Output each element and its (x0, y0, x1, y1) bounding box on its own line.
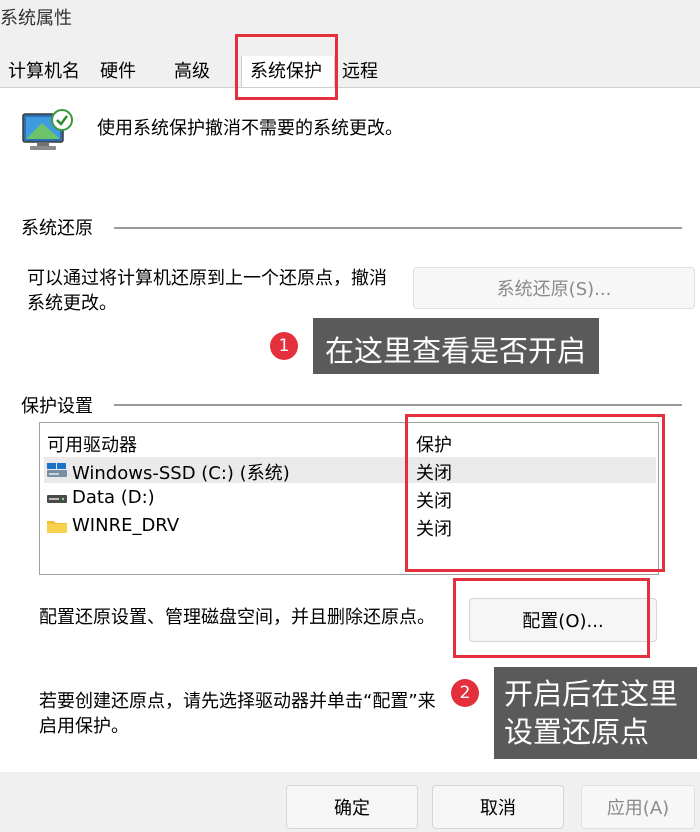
restore-description-2: 系统更改。 (27, 293, 117, 314)
folder-icon (47, 521, 67, 533)
ok-button[interactable]: 确定 (286, 785, 418, 829)
restore-description-1: 可以通过将计算机还原到上一个还原点，撤消 (27, 268, 387, 289)
system-protection-icon (20, 108, 76, 156)
cancel-button[interactable]: 取消 (432, 785, 564, 829)
window-title: 系统属性 (0, 8, 72, 29)
tab-computer-name[interactable]: 计算机名 (0, 56, 88, 88)
tab-hardware[interactable]: 硬件 (92, 56, 144, 88)
drive-icon (47, 495, 67, 503)
highlight-protection-column (405, 414, 665, 572)
annotation-callout-2-line2: 设置还原点 (504, 715, 650, 749)
intro-text: 使用系统保护撤消不需要的系统更改。 (97, 118, 403, 139)
system-drive-icon (47, 463, 67, 477)
drive-name: Windows-SSD (C:) (系统) (72, 463, 290, 484)
restore-heading: 系统还原 (21, 218, 93, 239)
protection-heading: 保护设置 (21, 396, 93, 417)
system-restore-button[interactable]: 系统还原(S)... (413, 267, 695, 309)
highlight-tab (235, 34, 338, 100)
create-text-2: 启用保护。 (39, 716, 129, 737)
protection-divider (114, 404, 682, 406)
restore-divider (114, 227, 682, 229)
highlight-configure (453, 578, 650, 658)
annotation-badge-1: 1 (270, 332, 298, 360)
annotation-callout-1: 在这里查看是否开启 (313, 318, 599, 374)
annotation-callout-2-line1: 开启后在这里 (504, 677, 679, 711)
annotation-badge-2: 2 (451, 679, 479, 707)
tab-bar: 计算机名 硬件 高级 系统保护 远程 (0, 56, 700, 88)
tab-remote[interactable]: 远程 (334, 56, 386, 88)
create-text-1: 若要创建还原点，请先选择驱动器并单击“配置”来 (39, 691, 436, 712)
apply-button[interactable]: 应用(A) (581, 785, 695, 829)
column-header-drives[interactable]: 可用驱动器 (47, 431, 137, 457)
drive-name: Data (D:) (72, 487, 155, 508)
tab-advanced[interactable]: 高级 (166, 56, 218, 88)
annotation-callout-2: 开启后在这里 设置还原点 (494, 667, 697, 759)
drive-name: WINRE_DRV (72, 515, 180, 536)
config-text: 配置还原设置、管理磁盘空间，并且删除还原点。 (39, 607, 435, 628)
